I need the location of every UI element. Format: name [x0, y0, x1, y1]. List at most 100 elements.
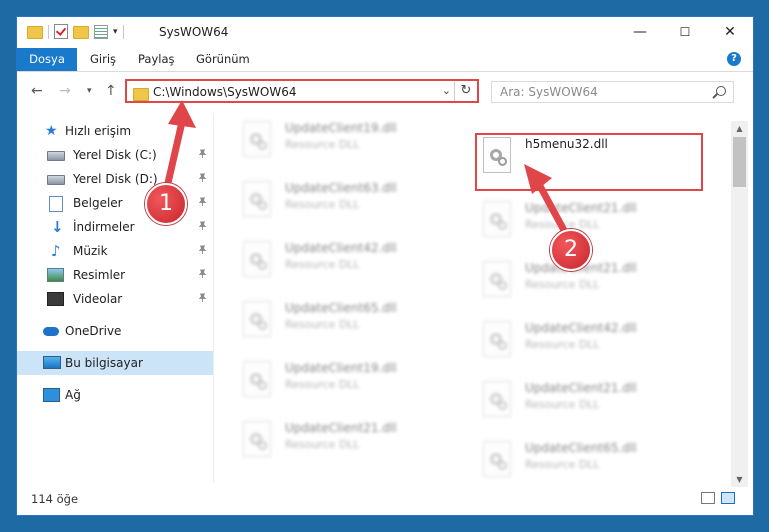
search-box[interactable]: Ara: SysWOW64	[491, 81, 734, 103]
sidebar-item-label: İndirmeler	[73, 220, 135, 234]
sidebar-item-label: Bu bilgisayar	[65, 356, 143, 370]
vertical-scrollbar[interactable]: ▲ ▼	[731, 121, 748, 487]
drive-icon	[47, 175, 65, 185]
search-icon[interactable]	[716, 86, 726, 96]
sidebar-item-this-pc[interactable]: Bu bilgisayar	[17, 351, 213, 375]
music-icon: ♪	[51, 242, 61, 260]
customize-toolbar-chevron-icon[interactable]: ▾	[113, 27, 118, 37]
file-type: Resource DLL	[285, 198, 360, 211]
pin-icon[interactable]	[198, 245, 207, 254]
sidebar-item-onedrive[interactable]: OneDrive	[17, 319, 213, 343]
file-item[interactable]: UpdateClient21.dll Resource DLL	[477, 257, 701, 313]
file-type: Resource DLL	[525, 218, 600, 231]
file-type: Resource DLL	[285, 378, 360, 391]
sidebar-item-network[interactable]: Ağ	[17, 383, 213, 407]
navigation-pane: ★ Hızlı erişim Yerel Disk (C:) Yerel Dis…	[17, 113, 213, 483]
dll-file-icon	[243, 121, 271, 157]
file-name: UpdateClient19.dll	[285, 361, 397, 375]
file-type: Resource DLL	[285, 138, 360, 151]
computer-icon	[43, 356, 61, 369]
file-item[interactable]: UpdateClient21.dll Resource DLL	[477, 377, 701, 433]
pane-divider[interactable]	[213, 113, 214, 483]
file-item[interactable]: UpdateClient65.dll Resource DLL	[477, 437, 701, 483]
address-bar[interactable]: C:\Windows\SysWOW64 ⌄ ↻	[125, 79, 479, 103]
file-item[interactable]: UpdateClient42.dll Resource DLL	[477, 317, 701, 373]
maximize-button[interactable]: ☐	[662, 17, 708, 47]
file-name: UpdateClient21.dll	[525, 201, 637, 215]
sidebar-item-downloads[interactable]: ↓ İndirmeler	[17, 215, 213, 239]
sidebar-item-local-disk-d[interactable]: Yerel Disk (D:)	[17, 167, 213, 191]
new-folder-icon[interactable]	[73, 26, 89, 39]
sidebar-item-pictures[interactable]: Resimler	[17, 263, 213, 287]
sidebar-item-quick-access[interactable]: ★ Hızlı erişim	[17, 119, 213, 143]
file-list: UpdateClient19.dll Resource DLL UpdateCl…	[217, 113, 727, 483]
pin-icon[interactable]	[198, 269, 207, 278]
download-icon: ↓	[51, 218, 64, 236]
file-item[interactable]: UpdateClient42.dll Resource DLL	[237, 237, 461, 293]
quick-access-toolbar: ▾	[27, 24, 124, 39]
callout-badge-2: 2	[550, 229, 592, 271]
close-button[interactable]: ✕	[707, 17, 753, 47]
minimize-button[interactable]: —	[617, 17, 663, 47]
explorer-window: ▾ SysWOW64 — ☐ ✕ Dosya Giriş Paylaş Görü…	[16, 16, 754, 516]
back-arrow-icon[interactable]: ←	[31, 83, 43, 99]
item-count: 114 öğe	[31, 492, 79, 506]
properties-check-icon[interactable]	[54, 24, 68, 39]
tab-view[interactable]: Görünüm	[196, 48, 250, 71]
file-name: UpdateClient21.dll	[285, 421, 397, 435]
sidebar-item-label: Müzik	[73, 244, 108, 258]
toolbar-separator	[48, 24, 49, 39]
search-placeholder[interactable]: Ara: SysWOW64	[500, 85, 598, 99]
window-title: SysWOW64	[159, 25, 229, 39]
sidebar-item-music[interactable]: ♪ Müzik	[17, 239, 213, 263]
file-name: UpdateClient63.dll	[285, 181, 397, 195]
dll-file-icon	[243, 361, 271, 397]
scrollbar-thumb[interactable]	[733, 137, 746, 187]
file-item[interactable]: UpdateClient19.dll Resource DLL	[237, 357, 461, 413]
file-item[interactable]: UpdateClient63.dll Resource DLL	[237, 177, 461, 233]
file-item[interactable]: UpdateClient19.dll Resource DLL	[237, 117, 461, 173]
sidebar-item-videos[interactable]: Videolar	[17, 287, 213, 311]
dll-file-icon	[483, 201, 511, 237]
pin-icon[interactable]	[198, 197, 207, 206]
file-name: UpdateClient21.dll	[525, 381, 637, 395]
address-dropdown-chevron-icon[interactable]: ⌄	[442, 84, 451, 97]
tab-file[interactable]: Dosya	[17, 48, 77, 71]
dll-file-icon	[483, 441, 511, 477]
help-icon[interactable]: ?	[727, 52, 741, 66]
recent-locations-chevron-icon[interactable]: ▾	[87, 86, 92, 96]
dll-file-icon	[243, 421, 271, 457]
file-type: Resource DLL	[525, 398, 600, 411]
callout-badge-1: 1	[145, 183, 187, 225]
sidebar-item-label: Ağ	[65, 388, 81, 402]
up-arrow-icon[interactable]: ↑	[105, 83, 117, 99]
refresh-icon[interactable]: ↻	[454, 81, 477, 101]
sidebar-item-local-disk-c[interactable]: Yerel Disk (C:)	[17, 143, 213, 167]
pin-icon[interactable]	[198, 221, 207, 230]
toolbar-separator	[122, 24, 124, 39]
pin-icon[interactable]	[198, 293, 207, 302]
forward-arrow-icon[interactable]: →	[59, 83, 71, 99]
large-icons-view-icon[interactable]	[721, 492, 735, 504]
scroll-up-icon[interactable]: ▲	[731, 121, 748, 136]
network-icon	[43, 388, 60, 402]
drive-icon	[47, 151, 65, 161]
pin-icon[interactable]	[198, 149, 207, 158]
properties-icon[interactable]	[94, 24, 108, 39]
file-type: Resource DLL	[285, 258, 360, 271]
file-name: UpdateClient42.dll	[525, 321, 637, 335]
file-item[interactable]: UpdateClient21.dll Resource DLL	[237, 417, 461, 473]
file-type: Resource DLL	[525, 338, 600, 351]
file-type: Resource DLL	[525, 458, 600, 471]
file-item[interactable]: UpdateClient65.dll Resource DLL	[237, 297, 461, 353]
address-path[interactable]: C:\Windows\SysWOW64	[153, 85, 297, 99]
file-name: UpdateClient65.dll	[285, 301, 397, 315]
pin-icon[interactable]	[198, 173, 207, 182]
details-view-icon[interactable]	[701, 492, 715, 504]
tab-home[interactable]: Giriş	[90, 48, 116, 71]
sidebar-item-label: Videolar	[73, 292, 123, 306]
scroll-down-icon[interactable]: ▼	[731, 472, 748, 487]
file-name: UpdateClient42.dll	[285, 241, 397, 255]
tab-share[interactable]: Paylaş	[138, 48, 175, 71]
documents-icon	[49, 196, 63, 212]
